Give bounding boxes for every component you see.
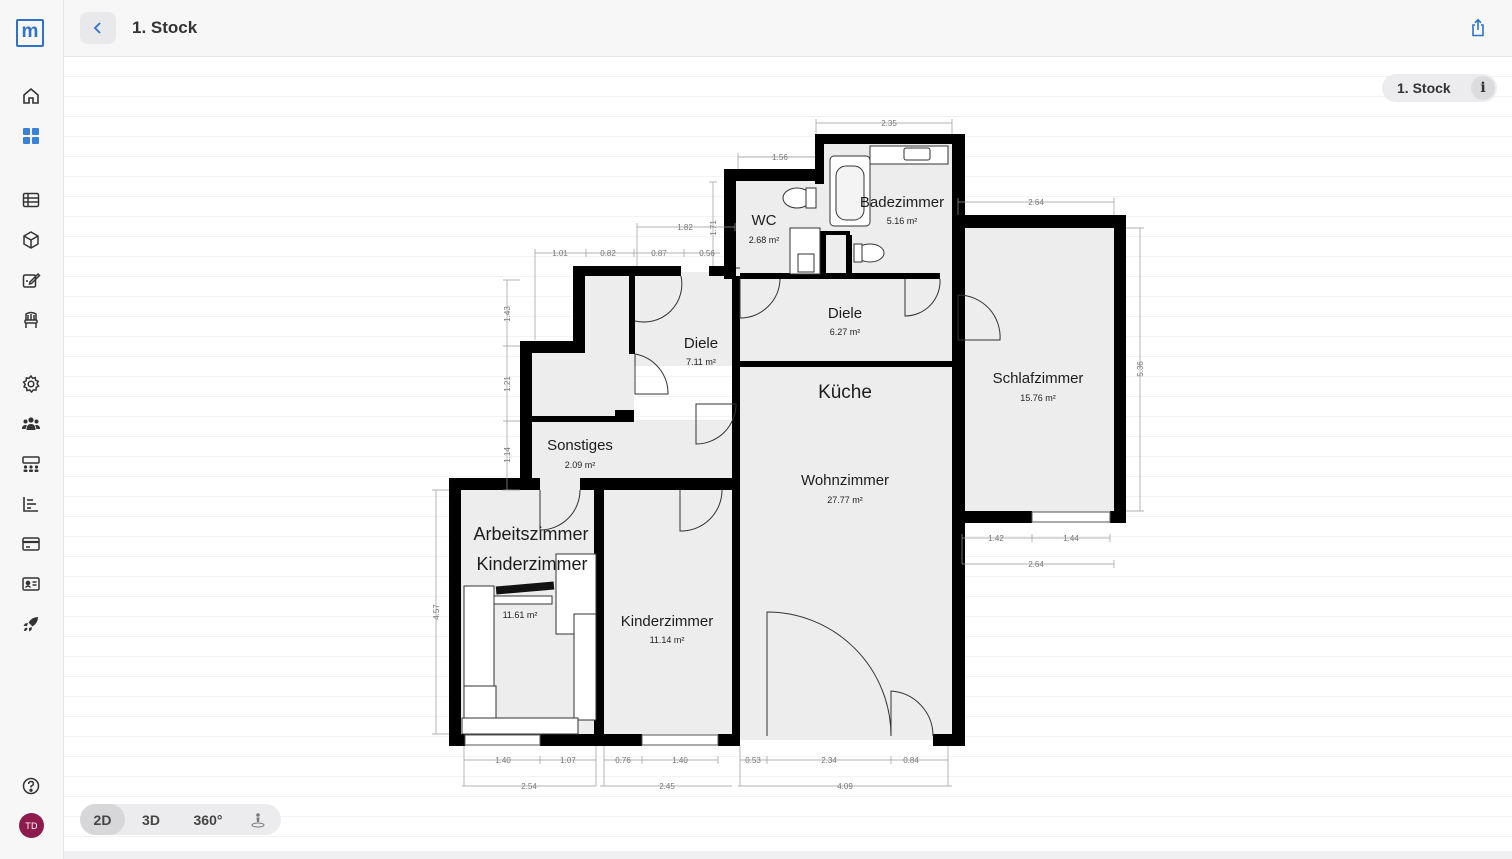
dim-label: 1.56 <box>772 153 788 162</box>
room-name-wc[interactable]: WC <box>752 212 777 229</box>
dim-label: 2.64 <box>1028 560 1044 569</box>
view-3d-button[interactable]: 3D <box>125 804 177 835</box>
dim-label: 2.54 <box>521 782 537 791</box>
dim-label: 2.45 <box>659 782 675 791</box>
dim-label: 0.53 <box>745 756 761 765</box>
dim-label: 0.84 <box>903 756 919 765</box>
dim-label: 0.76 <box>615 756 631 765</box>
dim-label: 1.82 <box>677 223 693 232</box>
dim-label: 1.21 <box>503 376 512 392</box>
room-area-schlafzimmer: 15.76 m² <box>1020 393 1056 403</box>
dim-label: 2.35 <box>881 119 897 128</box>
room-name-kueche[interactable]: Küche <box>818 382 872 403</box>
dim-label: 1.40 <box>495 756 511 765</box>
room-area-diele-lower: 7.11 m² <box>686 357 716 367</box>
dim-label: 1.43 <box>503 306 512 322</box>
room-name-badezimmer[interactable]: Badezimmer <box>860 194 944 211</box>
dim-label: 1.71 <box>709 220 718 236</box>
room-area-wc: 2.68 m² <box>749 235 780 245</box>
floor-plan[interactable]: 2.35 1.56 2.64 1.82 1.01 0.82 0.87 0.56 … <box>0 0 1512 859</box>
walkthrough-person-icon[interactable] <box>239 804 277 835</box>
room-name-diele-lower[interactable]: Diele <box>684 335 718 352</box>
dim-label: 5.36 <box>1136 361 1145 377</box>
dim-label: 1.44 <box>1063 534 1079 543</box>
room-area-badezimmer: 5.16 m² <box>887 216 918 226</box>
room-area-kinderzimmer-right: 11.14 m² <box>650 635 685 645</box>
room-name-wohnzimmer[interactable]: Wohnzimmer <box>801 472 889 489</box>
dim-label: 2.34 <box>821 756 837 765</box>
dim-label: 1.42 <box>988 534 1004 543</box>
view-2d-button[interactable]: 2D <box>80 804 125 835</box>
dim-label: 0.82 <box>600 249 616 258</box>
dim-label: 1.14 <box>503 447 512 463</box>
room-area-diele-upper: 6.27 m² <box>830 327 861 337</box>
dim-label: 0.87 <box>651 249 667 258</box>
room-area-sonstiges: 2.09 m² <box>565 460 596 470</box>
room-area-wohnzimmer: 27.77 m² <box>827 495 863 505</box>
dim-label: 1.01 <box>552 249 568 258</box>
dim-label: 1.07 <box>560 756 576 765</box>
dim-label: 0.56 <box>699 249 715 258</box>
room-name-schlafzimmer[interactable]: Schlafzimmer <box>993 370 1084 387</box>
dim-label: 1.40 <box>672 756 688 765</box>
view-mode-toggle: 2D 3D 360° <box>80 804 281 835</box>
room-name-kinderzimmer-left[interactable]: Kinderzimmer <box>476 554 587 574</box>
dim-label: 4.09 <box>837 782 853 791</box>
room-name-diele-upper[interactable]: Diele <box>828 305 862 322</box>
room-name-sonstiges[interactable]: Sonstiges <box>547 437 613 454</box>
dim-label: 2.64 <box>1028 198 1044 207</box>
view-360-button[interactable]: 360° <box>177 804 239 835</box>
dim-label: 4.57 <box>432 604 441 620</box>
room-area-kinderzimmer-left: 11.61 m² <box>503 610 538 620</box>
room-name-kinderzimmer-right[interactable]: Kinderzimmer <box>621 613 714 630</box>
room-name-arbeitszimmer[interactable]: Arbeitszimmer <box>473 524 588 544</box>
